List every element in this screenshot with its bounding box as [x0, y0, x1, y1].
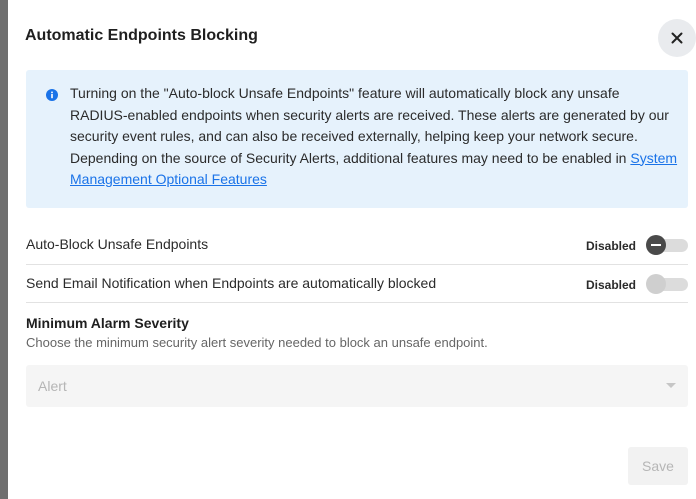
automatic-endpoints-blocking-dialog: Automatic Endpoints Blocking Turning on …	[8, 0, 696, 499]
auto-block-label: Auto-Block Unsafe Endpoints	[26, 236, 209, 252]
email-notification-status: Disabled	[585, 278, 636, 292]
email-notification-row: Send Email Notification when Endpoints a…	[26, 265, 688, 303]
email-notification-label: Send Email Notification when Endpoints a…	[26, 275, 437, 291]
divider	[26, 302, 688, 303]
email-notification-toggle[interactable]	[646, 274, 688, 294]
info-text: Turning on the "Auto-block Unsafe Endpoi…	[70, 83, 680, 191]
auto-block-status: Disabled	[585, 239, 636, 253]
dialog-title: Automatic Endpoints Blocking	[25, 27, 258, 44]
info-circle-icon	[46, 89, 58, 101]
save-button[interactable]: Save	[628, 447, 688, 485]
chevron-down-icon	[666, 383, 676, 388]
auto-block-toggle[interactable]	[646, 235, 688, 255]
close-button[interactable]	[658, 19, 696, 57]
toggle-thumb	[646, 274, 666, 294]
severity-title: Minimum Alarm Severity	[26, 315, 189, 331]
dialog-header: Automatic Endpoints Blocking	[8, 0, 696, 72]
info-banner: Turning on the "Auto-block Unsafe Endpoi…	[26, 70, 688, 208]
info-body: Turning on the "Auto-block Unsafe Endpoi…	[70, 85, 669, 166]
severity-select[interactable]: Alert	[26, 365, 688, 407]
close-icon	[671, 32, 683, 44]
auto-block-row: Auto-Block Unsafe Endpoints Disabled	[26, 226, 688, 264]
toggle-thumb	[646, 235, 666, 255]
severity-description: Choose the minimum security alert severi…	[26, 335, 488, 350]
severity-selected-value: Alert	[38, 378, 67, 394]
